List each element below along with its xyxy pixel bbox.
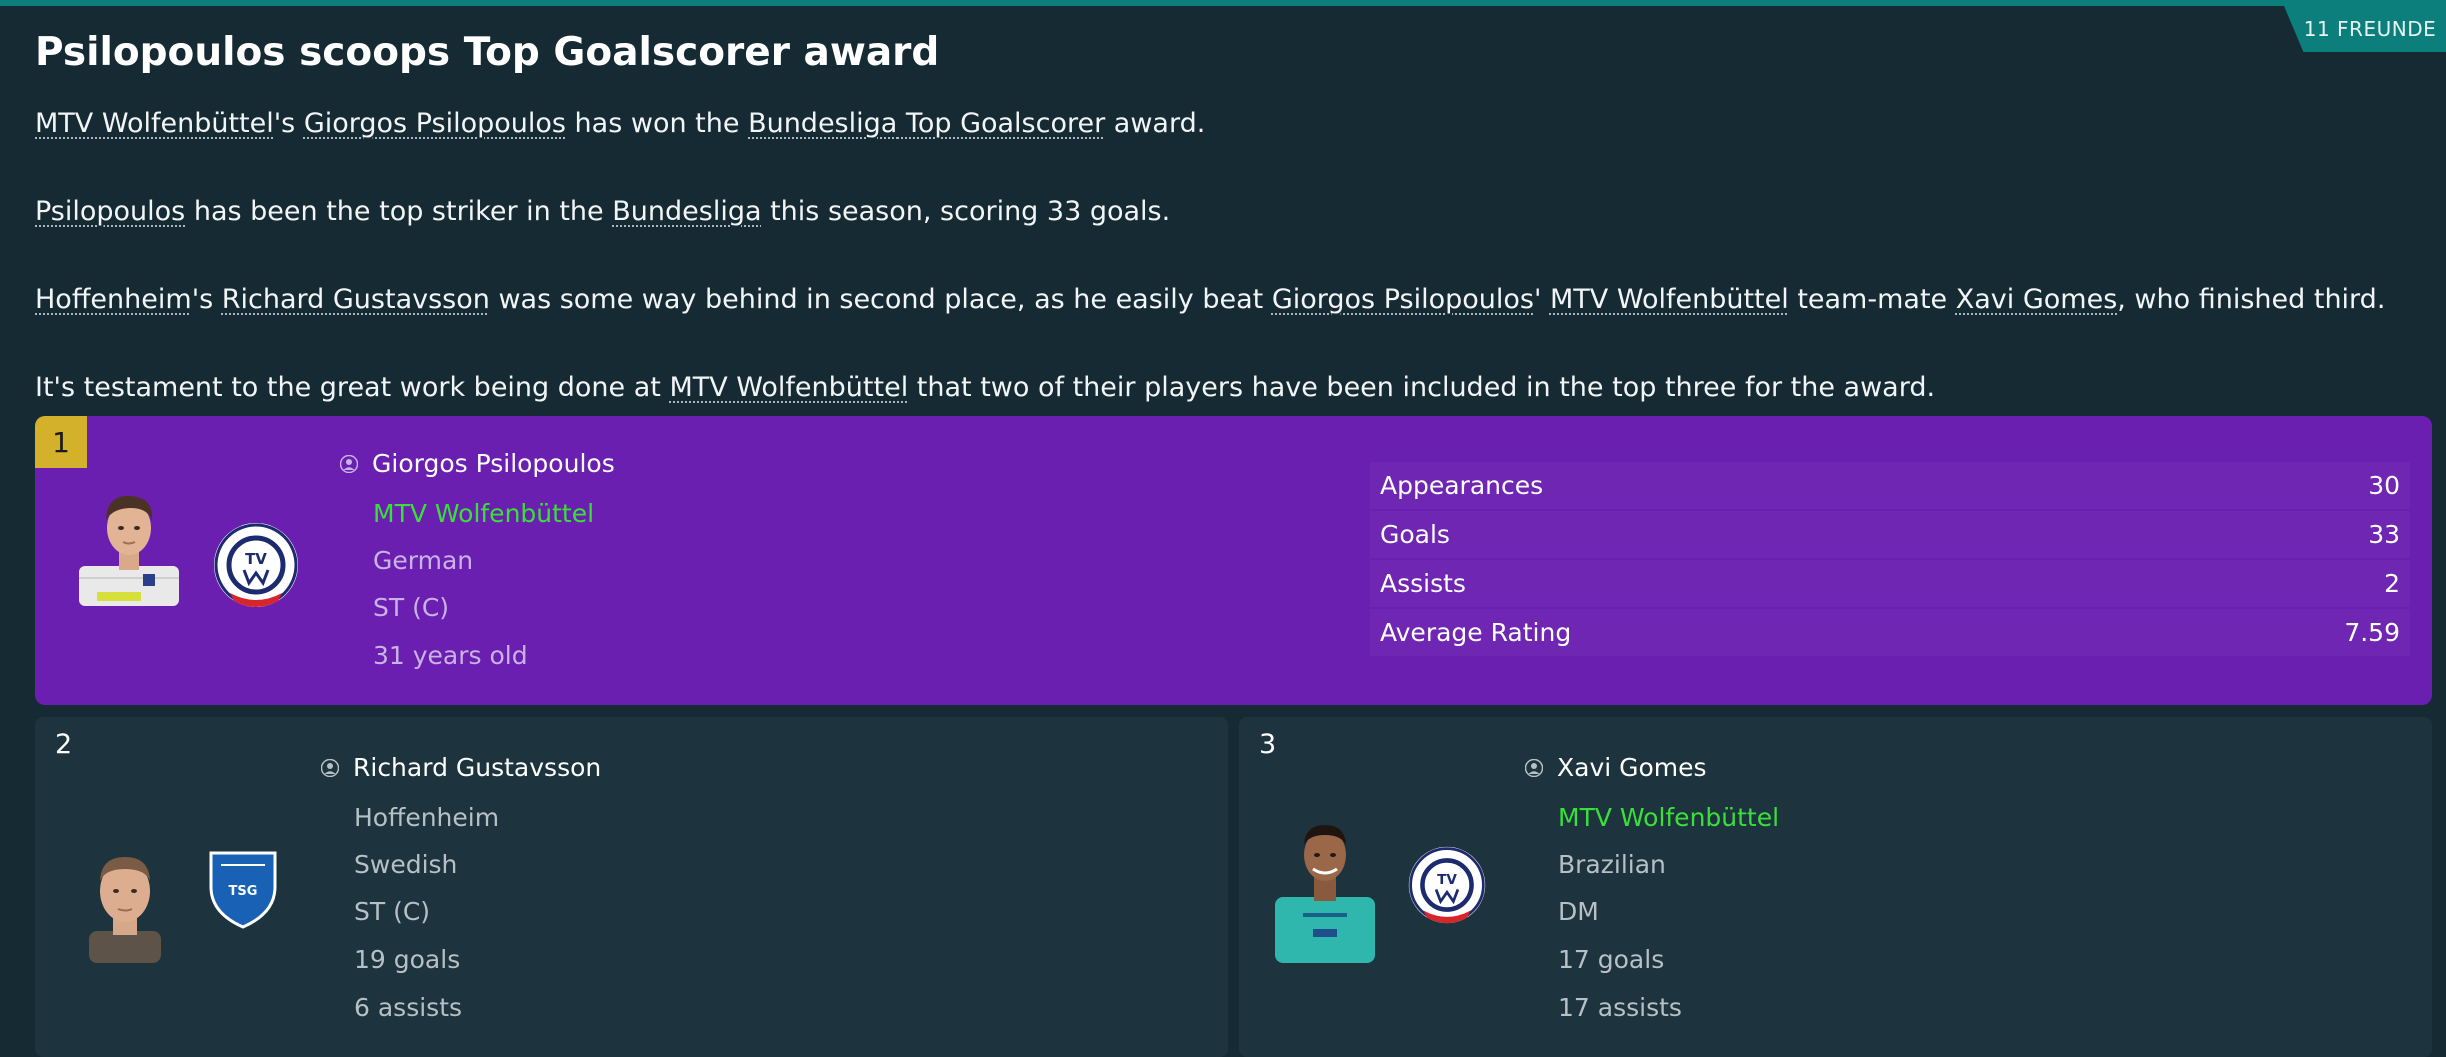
link-player[interactable]: Psilopoulos: [35, 196, 185, 227]
player-position: ST (C): [373, 593, 450, 622]
svg-text:TV: TV: [245, 550, 267, 568]
player-nationality: Swedish: [354, 850, 458, 879]
third-place-card: 3 TV Xavi Gomes MTV Wolfenbüttel Brazili…: [1239, 717, 2432, 1057]
player-assists: 17 assists: [1558, 993, 1682, 1022]
link-player[interactable]: Xavi Gomes: [1956, 284, 2118, 315]
player-face-image[interactable]: [83, 845, 167, 963]
player-name[interactable]: Richard Gustavsson: [321, 753, 601, 782]
rank-label: 2: [55, 729, 73, 760]
link-competition[interactable]: Bundesliga Top Goalscorer: [748, 108, 1105, 139]
svg-text:TSG: TSG: [229, 884, 258, 899]
link-competition[interactable]: Bundesliga: [612, 196, 761, 227]
club-badge-mtv-wolfenbuettel[interactable]: TV: [212, 521, 300, 609]
paragraph-1: MTV Wolfenbüttel's Giorgos Psilopoulos h…: [35, 108, 1206, 139]
link-player[interactable]: Giorgos Psilopoulos: [304, 108, 566, 139]
player-name[interactable]: Xavi Gomes: [1525, 753, 1707, 782]
player-assists: 6 assists: [354, 993, 463, 1022]
player-name[interactable]: Giorgos Psilopoulos: [340, 449, 615, 478]
link-club[interactable]: MTV Wolfenbüttel: [35, 108, 274, 139]
player-face-image[interactable]: [77, 482, 181, 606]
paragraph-4: It's testament to the great work being d…: [35, 372, 1936, 403]
player-club-link[interactable]: MTV Wolfenbüttel: [373, 499, 594, 528]
rank-label: 3: [1259, 729, 1277, 760]
rank-badge: 1: [35, 416, 87, 468]
person-icon: [340, 454, 358, 473]
link-club[interactable]: MTV Wolfenbüttel: [669, 372, 908, 403]
news-headline: Psilopoulos scoops Top Goalscorer award: [35, 30, 940, 75]
player-club-link[interactable]: Hoffenheim: [354, 803, 499, 832]
player-position: ST (C): [354, 897, 431, 926]
player-nationality: Brazilian: [1558, 850, 1666, 879]
link-player[interactable]: Giorgos Psilopoulos: [1272, 284, 1534, 315]
link-club[interactable]: Hoffenheim: [35, 284, 192, 315]
person-icon: [321, 758, 339, 777]
paragraph-2: Psilopoulos has been the top striker in …: [35, 196, 1171, 227]
player-age: 31 years old: [373, 641, 528, 670]
svg-text:TV: TV: [1437, 872, 1457, 888]
player-goals: 19 goals: [354, 945, 461, 974]
link-player[interactable]: Richard Gustavsson: [222, 284, 490, 315]
player-face-image[interactable]: [1273, 811, 1377, 963]
stat-row-appearances: Appearances 30: [1370, 462, 2410, 509]
link-club[interactable]: MTV Wolfenbüttel: [1550, 284, 1789, 315]
club-badge-mtv-wolfenbuettel[interactable]: TV: [1407, 845, 1487, 925]
second-place-card: 2 TSG Richard Gustavsson Hoffenheim Swed…: [35, 717, 1228, 1057]
stat-row-average-rating: Average Rating 7.59: [1370, 609, 2410, 656]
winner-stats-table: Appearances 30 Goals 33 Assists 2 Average R…: [1370, 462, 2410, 658]
top-accent-bar: [0, 0, 2446, 6]
stat-row-goals: Goals 33: [1370, 511, 2410, 558]
club-badge-hoffenheim[interactable]: TSG: [207, 847, 279, 929]
person-icon: [1525, 758, 1543, 777]
stat-row-assists: Assists 2: [1370, 560, 2410, 607]
winner-panel: 1 TV Giorgos Psilopoulos MTV Wolfenbütte…: [35, 416, 2432, 705]
player-goals: 17 goals: [1558, 945, 1665, 974]
paragraph-3: Hoffenheim's Richard Gustavsson was some…: [35, 284, 2386, 315]
player-nationality: German: [373, 546, 474, 575]
player-club-link[interactable]: MTV Wolfenbüttel: [1558, 803, 1779, 832]
player-position: DM: [1558, 897, 1599, 926]
source-tag[interactable]: 11 FREUNDE: [2284, 6, 2446, 52]
